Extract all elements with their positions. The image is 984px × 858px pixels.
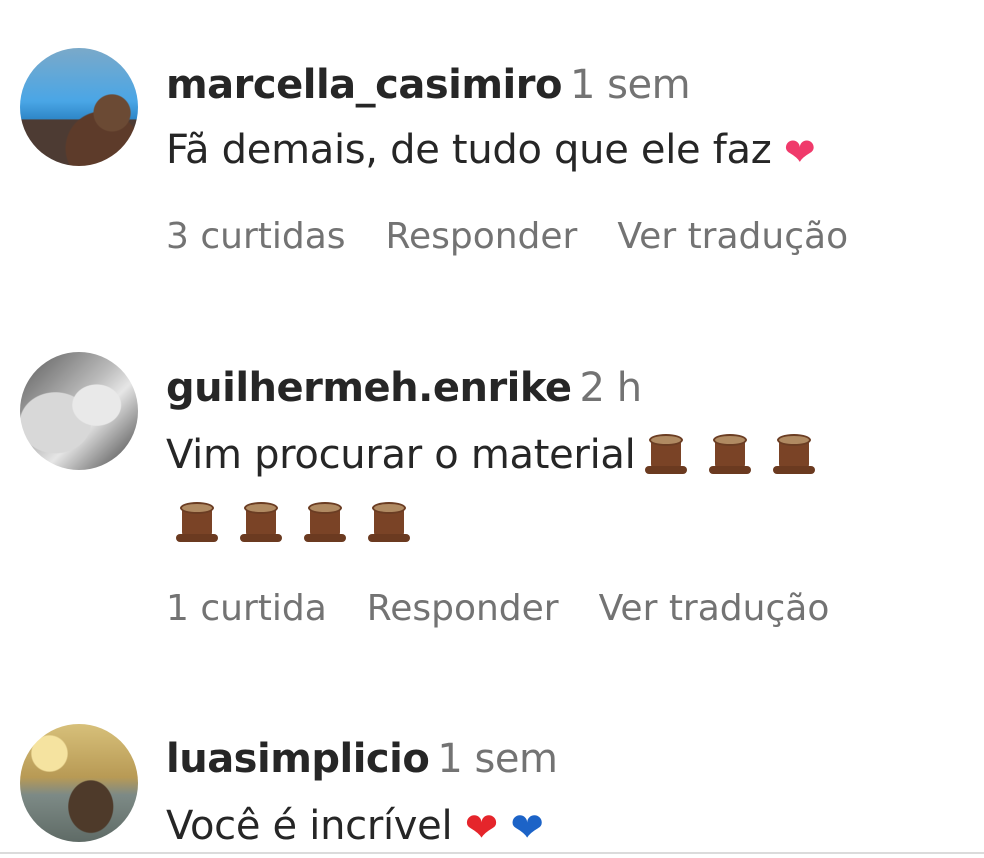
comment-body: Você é incrível [166, 803, 453, 849]
likes-count[interactable]: 3 curtidas [166, 216, 346, 257]
tree-stump-icon [176, 502, 218, 542]
comment-time[interactable]: 2 h [580, 365, 643, 411]
divider [0, 852, 984, 854]
translate-button[interactable]: Ver tradução [617, 216, 848, 257]
comment-time[interactable]: 1 sem [570, 62, 691, 108]
comment-header: luasimplicio 1 sem [166, 736, 558, 782]
avatar[interactable] [20, 48, 138, 166]
comment-header: guilhermeh.enrike 2 h [166, 365, 642, 411]
tree-stump-icon [368, 502, 410, 542]
comment-header: marcella_casimiro 1 sem [166, 62, 691, 108]
comment-actions: 1 curtida Responder Ver tradução [166, 588, 869, 629]
comment-list: marcella_casimiro 1 sem Fã demais, de tud… [0, 0, 984, 858]
comment-text: Vim procurar o material [166, 421, 946, 557]
comment-body: Fã demais, de tudo que ele faz [166, 127, 772, 173]
reply-button[interactable]: Responder [367, 588, 559, 629]
blue-heart-icon: ❤ [510, 805, 544, 851]
translate-button[interactable]: Ver tradução [599, 588, 830, 629]
comment-time[interactable]: 1 sem [437, 736, 558, 782]
comment-text: Fã demais, de tudo que ele faz ❤ [166, 116, 946, 186]
avatar[interactable] [20, 352, 138, 470]
comment-body: Vim procurar o material [166, 432, 636, 478]
comment-text: Você é incrível ❤ ❤ [166, 792, 946, 858]
tree-stump-icon [240, 502, 282, 542]
username-link[interactable]: guilhermeh.enrike [166, 365, 572, 411]
reply-button[interactable]: Responder [386, 216, 578, 257]
heart-pink-icon: ❤ [783, 130, 816, 174]
comment-actions: 3 curtidas Responder Ver tradução [166, 216, 888, 257]
tree-stump-icon [709, 434, 752, 474]
username-link[interactable]: marcella_casimiro [166, 62, 562, 108]
username-link[interactable]: luasimplicio [166, 736, 430, 782]
tree-stump-icon [773, 434, 816, 474]
red-heart-icon: ❤ [464, 805, 499, 851]
avatar[interactable] [20, 724, 138, 842]
tree-stump-icon [645, 434, 688, 474]
likes-count[interactable]: 1 curtida [166, 588, 327, 629]
tree-stump-icon [304, 502, 346, 542]
